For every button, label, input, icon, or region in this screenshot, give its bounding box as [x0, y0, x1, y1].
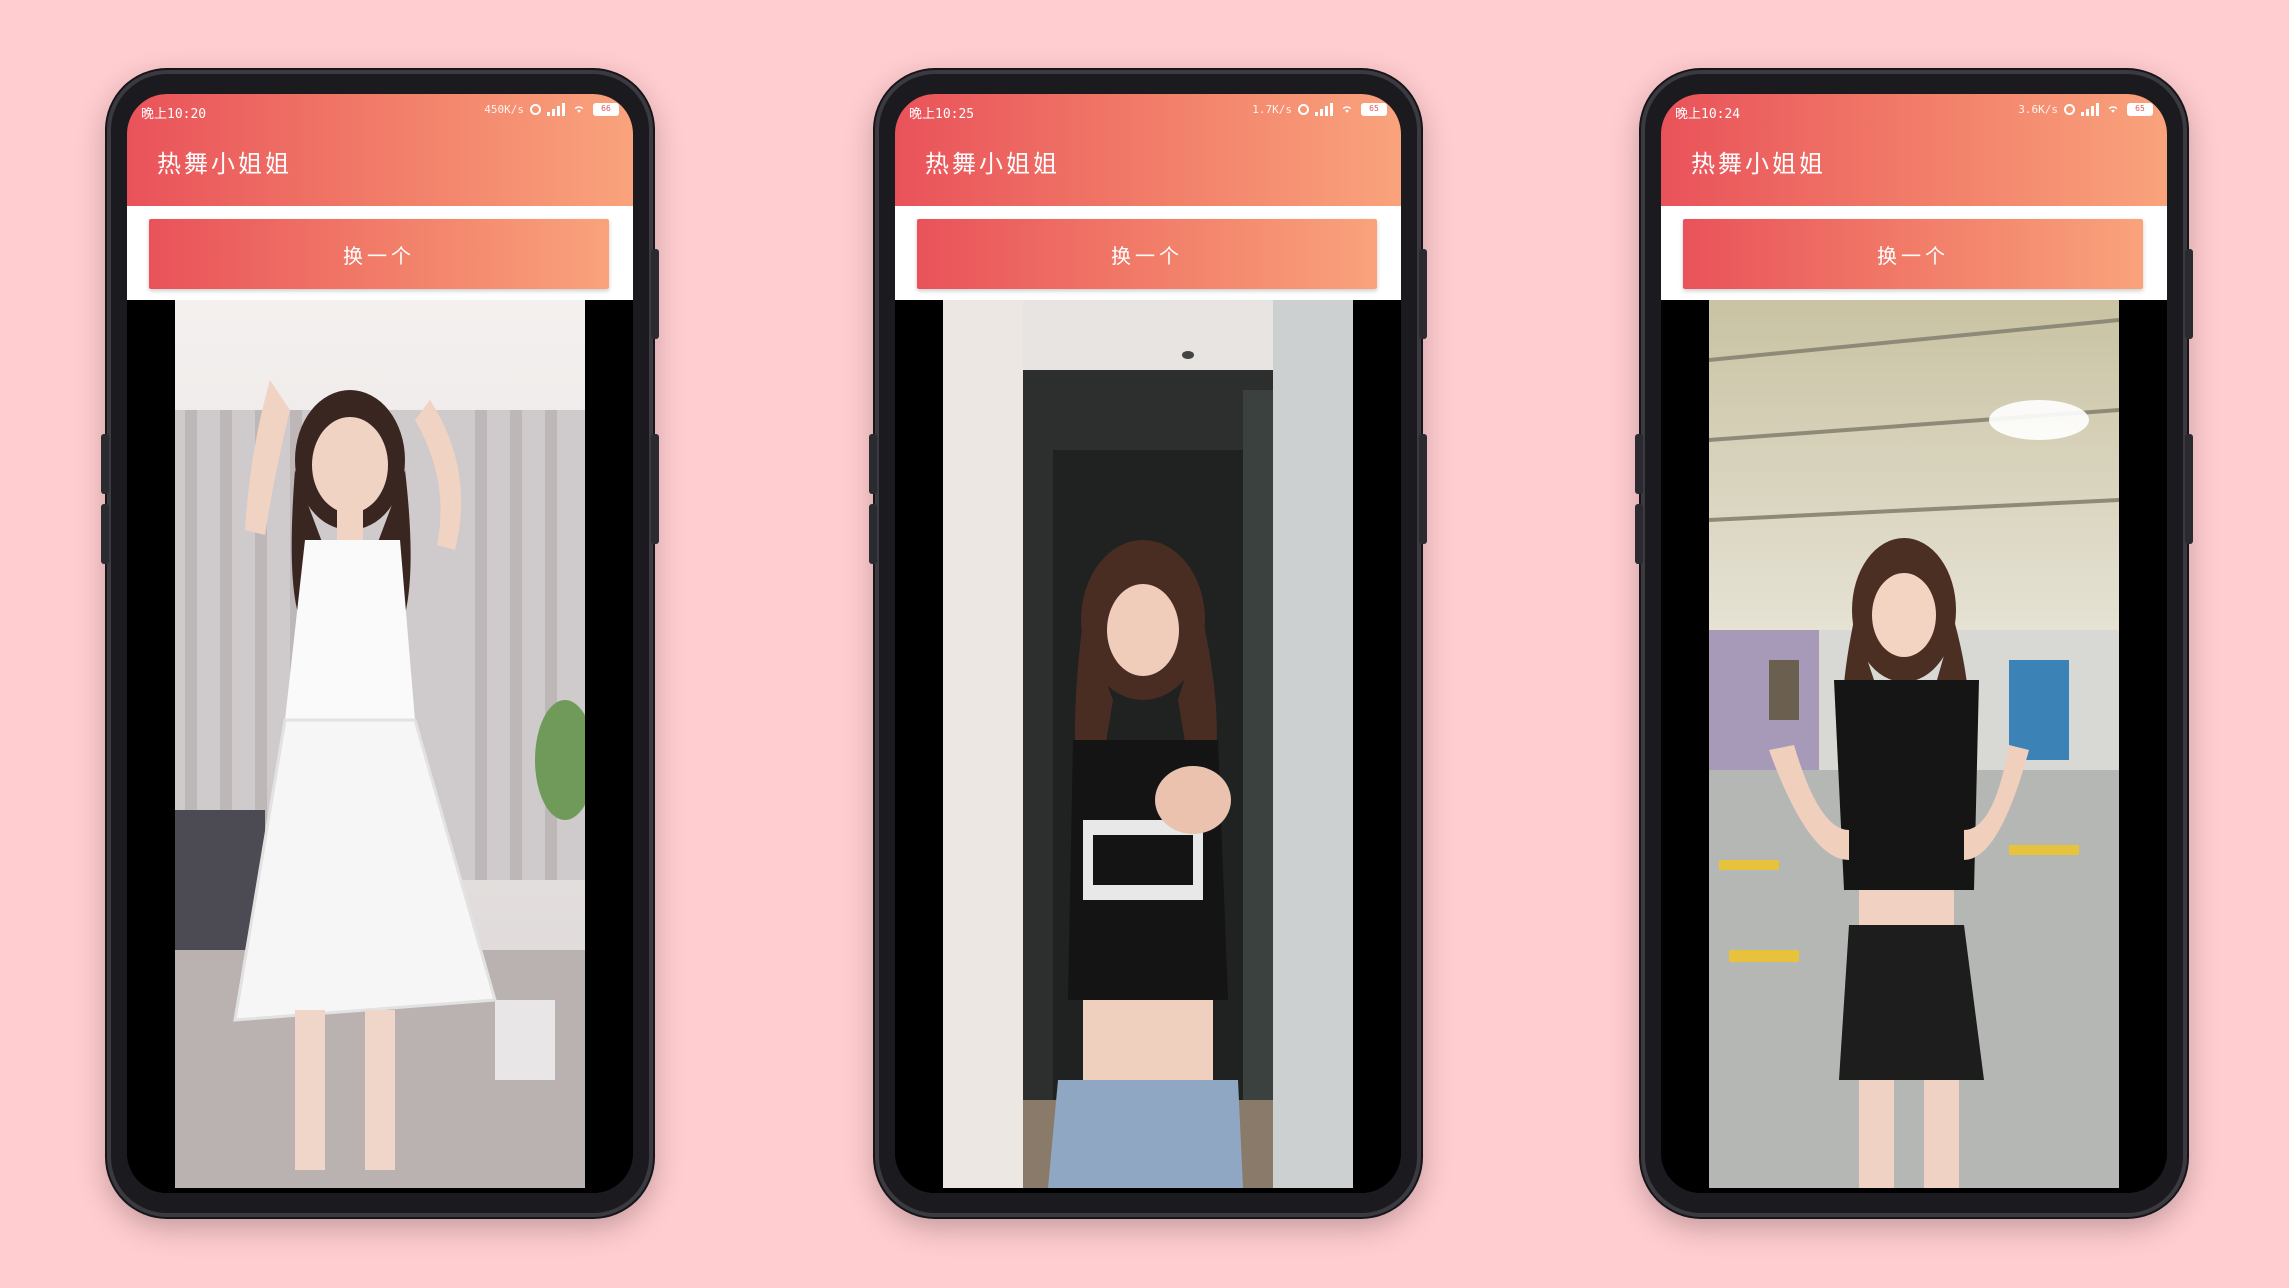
status-icons: 3.6K/s 65 — [2018, 101, 2153, 117]
alarm-icon — [1298, 103, 1309, 115]
video-frame[interactable] — [943, 300, 1353, 1188]
status-icons: 1.7K/s 65 — [1252, 101, 1387, 117]
status-bar: 晚上10:25 1.7K/s 65 — [895, 94, 1401, 124]
video-player[interactable] — [895, 300, 1401, 1193]
alarm-icon — [530, 103, 541, 115]
app-header: 晚上10:24 3.6K/s 65 热舞小姐姐 — [1661, 94, 2167, 206]
volume-down-button — [869, 504, 877, 564]
power-button — [651, 249, 659, 339]
status-time: 晚上10:25 — [909, 107, 975, 122]
phone-screen: 晚上10:20 450K/s 66 热舞小姐姐 换一个 — [127, 94, 633, 1193]
status-bar: 晚上10:24 3.6K/s 65 — [1661, 94, 2167, 124]
video-frame[interactable] — [175, 300, 585, 1188]
swap-video-button[interactable]: 换一个 — [149, 219, 609, 289]
volume-down-button — [101, 504, 109, 564]
battery-icon: 66 — [593, 102, 619, 116]
phone-screen: 晚上10:25 1.7K/s 65 热舞小姐姐 换一个 — [895, 94, 1401, 1193]
app-header: 晚上10:20 450K/s 66 热舞小姐姐 — [127, 94, 633, 206]
video-player[interactable] — [1661, 300, 2167, 1193]
app-header: 晚上10:25 1.7K/s 65 热舞小姐姐 — [895, 94, 1401, 206]
button-bar: 换一个 — [895, 206, 1401, 300]
volume-up-button — [869, 434, 877, 494]
network-speed: 450K/s — [484, 102, 524, 116]
swap-video-button[interactable]: 换一个 — [917, 219, 1377, 289]
video-content-image — [175, 300, 585, 1188]
signal-icon — [547, 102, 565, 116]
volume-up-button — [101, 434, 109, 494]
button-bar: 换一个 — [1661, 206, 2167, 300]
network-speed: 1.7K/s — [1252, 102, 1292, 116]
app-title: 热舞小姐姐 — [925, 150, 1060, 178]
app-title: 热舞小姐姐 — [157, 150, 292, 178]
phone-screen: 晚上10:24 3.6K/s 65 热舞小姐姐 换一个 — [1661, 94, 2167, 1193]
power-button — [2185, 249, 2193, 339]
swap-video-button[interactable]: 换一个 — [1683, 219, 2143, 289]
status-time: 晚上10:20 — [141, 107, 207, 122]
video-content-image — [943, 300, 1353, 1188]
video-frame[interactable] — [1709, 300, 2119, 1188]
side-button — [1419, 434, 1427, 544]
video-player[interactable] — [127, 300, 633, 1193]
volume-down-button — [1635, 504, 1643, 564]
wifi-icon — [571, 101, 587, 117]
side-button — [651, 434, 659, 544]
button-bar: 换一个 — [127, 206, 633, 300]
side-button — [2185, 434, 2193, 544]
wifi-icon — [1339, 101, 1355, 117]
status-icons: 450K/s 66 — [484, 101, 619, 117]
app-title: 热舞小姐姐 — [1691, 150, 1826, 178]
alarm-icon — [2064, 103, 2075, 115]
phone-mockup-3: 晚上10:24 3.6K/s 65 热舞小姐姐 换一个 — [1635, 70, 2193, 1217]
phone-mockup-2: 晚上10:25 1.7K/s 65 热舞小姐姐 换一个 — [869, 70, 1427, 1217]
network-speed: 3.6K/s — [2018, 102, 2058, 116]
wifi-icon — [2105, 101, 2121, 117]
battery-icon: 65 — [1361, 102, 1387, 116]
status-time: 晚上10:24 — [1675, 107, 1741, 122]
signal-icon — [1315, 102, 1333, 116]
phone-mockup-1: 晚上10:20 450K/s 66 热舞小姐姐 换一个 — [101, 70, 659, 1217]
signal-icon — [2081, 102, 2099, 116]
volume-up-button — [1635, 434, 1643, 494]
power-button — [1419, 249, 1427, 339]
video-content-image — [1709, 300, 2119, 1188]
status-bar: 晚上10:20 450K/s 66 — [127, 94, 633, 124]
battery-icon: 65 — [2127, 102, 2153, 116]
